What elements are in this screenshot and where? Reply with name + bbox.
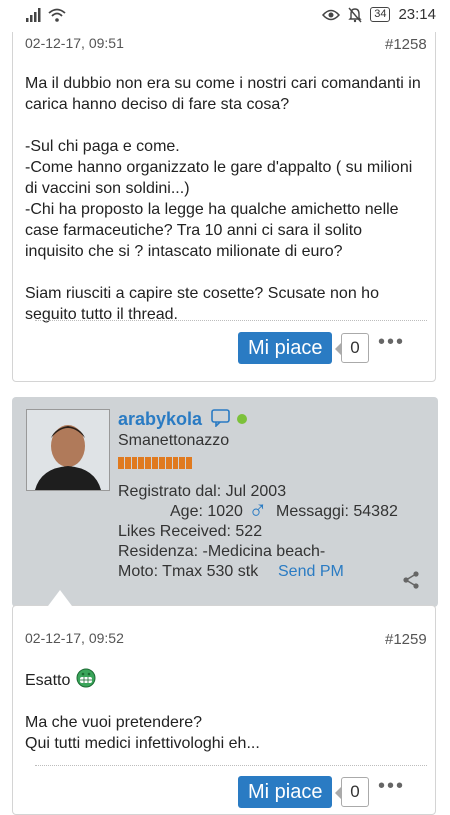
post-paragraph: Esatto [25, 672, 71, 689]
likes-received: Likes Received: 522 [118, 523, 263, 540]
post-paragraph: Siam riusciti a capire ste cosette? Scus… [25, 285, 379, 323]
username[interactable]: arabykola [118, 409, 248, 430]
like-count: 0 [335, 333, 369, 363]
user-age: Age: 1020 [170, 503, 243, 520]
signal-icon [26, 8, 41, 22]
avatar-image [27, 410, 109, 490]
reputation-bar [118, 457, 192, 469]
like-button[interactable]: Mi piace [238, 776, 333, 808]
post-paragraph: Ma il dubbio non era su come i nostri ca… [25, 75, 421, 113]
divider [35, 320, 427, 321]
more-options-button[interactable]: ••• [378, 331, 405, 354]
user-title: Smanettonazzo [118, 432, 230, 449]
like-button[interactable]: Mi piace [238, 332, 333, 364]
status-bar: 34 23:14 [0, 0, 450, 32]
send-pm-link[interactable]: Send PM [278, 563, 344, 581]
post-1259: 02-12-17, 09:52 #1259 Esatto Ma che vuoi… [12, 605, 436, 815]
post-number[interactable]: #1259 [385, 631, 427, 648]
like-count: 0 [335, 777, 369, 807]
male-icon: ♂ [248, 495, 268, 525]
post-body: Ma il dubbio non era su come i nostri ca… [25, 73, 425, 325]
user-moto: Moto: Tmax 530 stk [118, 563, 259, 580]
bell-off-icon [348, 7, 362, 22]
post-body: Esatto Ma che vuoi pretendere? Qui tutti… [25, 668, 425, 754]
user-residence: Residenza: -Medicina beach- [118, 543, 326, 560]
wifi-icon [48, 8, 66, 22]
post-1258: 02-12-17, 09:51 #1258 Ma il dubbio non e… [12, 0, 436, 382]
post-date: 02-12-17, 09:51 [25, 35, 124, 51]
username-link[interactable]: arabykola [118, 409, 202, 429]
eye-icon [322, 9, 341, 20]
post-paragraph: -Sul chi paga e come. -Come hanno organi… [25, 138, 413, 260]
avatar[interactable] [26, 409, 110, 491]
clock: 23:14 [398, 6, 436, 23]
chat-bubble-icon[interactable] [211, 409, 231, 428]
share-icon[interactable] [402, 571, 420, 589]
post-date: 02-12-17, 09:52 [25, 630, 124, 646]
divider [35, 765, 427, 766]
battery-icon: 34 [370, 7, 391, 22]
more-options-button[interactable]: ••• [378, 775, 405, 798]
post-number[interactable]: #1258 [385, 36, 427, 53]
message-count: Messaggi: 54382 [276, 503, 398, 520]
author-pointer [48, 590, 72, 606]
online-status-icon [237, 414, 248, 424]
author-info: arabykola Smanettonazzo Registrato dal: … [12, 397, 438, 607]
post-paragraph: Ma che vuoi pretendere? Qui tutti medici… [25, 714, 260, 752]
grin-smiley-icon [76, 668, 96, 688]
